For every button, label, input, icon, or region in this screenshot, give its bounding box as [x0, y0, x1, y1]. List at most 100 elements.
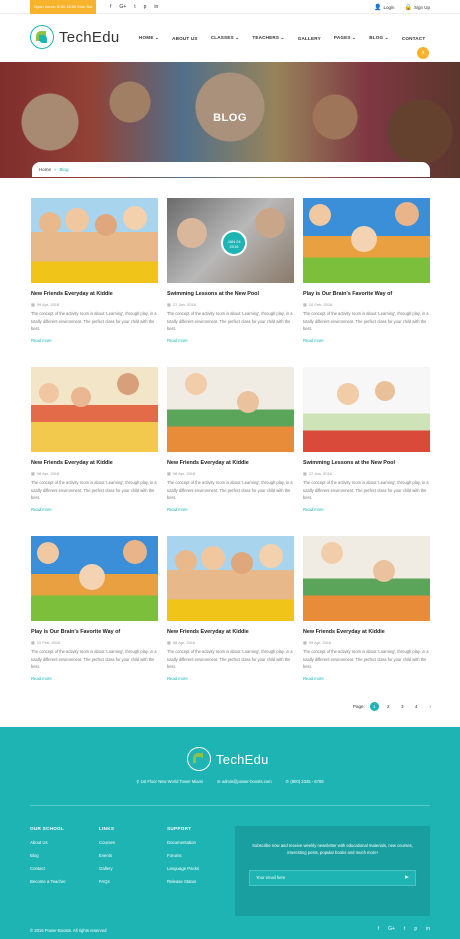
site-footer: TechEdu ⚲ 1st Floor New World Tower Miam…	[0, 727, 460, 939]
auth-links: 👤 Login 🔒 Sign Up	[374, 0, 430, 14]
footer-link[interactable]: Courses	[99, 840, 115, 845]
main-header: TechEdu HOME ⌄ ABOUT US CLASSES ⌄ TEACHE…	[0, 14, 460, 62]
footer-contact: ⚲ 1st Floor New World Tower Miami ✉ admi…	[0, 779, 460, 784]
calendar-icon: ▦	[31, 302, 35, 307]
read-more-link[interactable]: Read more	[31, 676, 158, 681]
post-title[interactable]: Play is Our Brain's Favorite Way of	[303, 291, 430, 297]
post-image[interactable]	[167, 536, 294, 621]
read-more-link[interactable]: Read more	[303, 507, 430, 512]
footer-link[interactable]: Blog	[30, 853, 66, 858]
login-link[interactable]: 👤 Login	[374, 4, 395, 11]
calendar-icon: ▦	[303, 302, 307, 307]
nav-home[interactable]: HOME ⌄	[139, 35, 159, 41]
page-4[interactable]: 4	[412, 702, 421, 711]
post-date-text: 27 Jan, 2016	[308, 471, 332, 476]
pagination: Page: 1 2 3 4 ›	[353, 702, 435, 711]
footer-link[interactable]: Become a Teacher	[30, 879, 66, 884]
linkedin-icon[interactable]: in	[426, 926, 430, 932]
phone: ✆ (800) 2345 - 6789	[286, 779, 324, 784]
post-title[interactable]: Swimming Lessons at the New Pool	[167, 291, 294, 297]
google-plus-icon[interactable]: G+	[388, 926, 395, 932]
read-more-link[interactable]: Read more	[303, 676, 430, 681]
search-button[interactable]: ⌕	[417, 47, 429, 59]
footer-link[interactable]: Forums	[167, 853, 199, 858]
twitter-icon[interactable]: t	[404, 926, 405, 932]
post-image[interactable]: JAN 24 2016	[167, 198, 294, 283]
footer-col-title: LINKS	[99, 826, 115, 831]
post-image[interactable]	[31, 367, 158, 452]
footer-link[interactable]: FAQs	[99, 879, 115, 884]
brand-name: TechEdu	[59, 28, 120, 46]
footer-divider	[30, 805, 430, 806]
footer-logo[interactable]: TechEdu	[187, 747, 269, 771]
post-title[interactable]: New Friends Everyday at Kiddie	[303, 629, 430, 635]
footer-link[interactable]: Release Status	[167, 879, 199, 884]
site-logo[interactable]: TechEdu	[30, 25, 119, 49]
footer-col-title: OUR SCHOOL	[30, 826, 65, 831]
nav-blog[interactable]: BLOG ⌄	[369, 35, 389, 41]
email[interactable]: ✉ admin@power-boosts.com	[217, 779, 272, 784]
post-title[interactable]: New Friends Everyday at Kiddie	[167, 460, 294, 466]
page-title: BLOG	[213, 112, 247, 124]
send-icon[interactable]: ➤	[404, 871, 409, 885]
pinterest-icon[interactable]: p	[144, 4, 147, 10]
post-date: ▦ 08 Apr, 2016	[167, 471, 294, 476]
facebook-icon[interactable]: f	[110, 4, 111, 10]
read-more-link[interactable]: Read more	[31, 338, 158, 343]
blog-card: New Friends Everyday at Kiddie ▦ 09 Apr, …	[303, 536, 430, 705]
blog-grid: New Friends Everyday at Kiddie ▦ 09 Apr, …	[31, 198, 430, 705]
pinterest-icon[interactable]: p	[414, 926, 417, 932]
read-more-link[interactable]: Read more	[167, 676, 294, 681]
twitter-icon[interactable]: t	[134, 4, 135, 10]
post-image[interactable]	[303, 198, 430, 283]
post-title[interactable]: Swimming Lessons at the New Pool	[303, 460, 430, 466]
read-more-link[interactable]: Read more	[167, 507, 294, 512]
nav-gallery[interactable]: GALLERY	[298, 36, 321, 41]
page-1[interactable]: 1	[369, 702, 379, 711]
nav-pages[interactable]: PAGES ⌄	[334, 35, 356, 41]
post-excerpt: The concept of the activity room is abou…	[167, 480, 293, 500]
copyright: © 2016 Power-Boosts. All rights reserved	[30, 928, 107, 933]
newsletter-email-input[interactable]: Your email here ➤	[249, 870, 416, 886]
post-excerpt: The concept of the activity room is abou…	[167, 649, 293, 669]
breadcrumb-home[interactable]: Home	[39, 167, 51, 172]
google-plus-icon[interactable]: G+	[119, 4, 126, 10]
post-image[interactable]	[303, 367, 430, 452]
nav-teachers[interactable]: TEACHERS ⌄	[252, 35, 284, 41]
footer-link[interactable]: About Us	[30, 840, 66, 845]
footer-link[interactable]: Gallery	[99, 866, 115, 871]
read-more-link[interactable]: Read more	[303, 338, 430, 343]
post-title[interactable]: New Friends Everyday at Kiddie	[31, 460, 158, 466]
next-page-button[interactable]: ›	[426, 702, 435, 711]
footer-school-column: OUR SCHOOL About Us Blog Contact Become …	[30, 826, 66, 892]
post-image[interactable]	[167, 367, 294, 452]
blog-card: New Friends Everyday at Kiddie ▦ 08 Apr, …	[167, 367, 294, 536]
post-title[interactable]: New Friends Everyday at Kiddie	[167, 629, 294, 635]
page-3[interactable]: 3	[398, 702, 407, 711]
footer-link[interactable]: Contact	[30, 866, 66, 871]
linkedin-icon[interactable]: in	[154, 4, 158, 10]
search-icon: ⌕	[421, 49, 425, 56]
facebook-icon[interactable]: f	[378, 926, 379, 932]
post-image[interactable]	[31, 198, 158, 283]
calendar-icon: ▦	[31, 471, 35, 476]
footer-link[interactable]: Events	[99, 853, 115, 858]
nav-about[interactable]: ABOUT US	[172, 36, 198, 41]
post-title[interactable]: Play is Our Brain's Favorite Way of	[31, 629, 158, 635]
logo-icon	[187, 747, 211, 771]
nav-contact[interactable]: CONTACT	[402, 36, 426, 41]
page-2[interactable]: 2	[384, 702, 393, 711]
nav-classes[interactable]: CLASSES ⌄	[211, 35, 240, 41]
read-more-link[interactable]: Read more	[167, 338, 294, 343]
top-bar: Open hours: 8:00-16:00 Mon-Sat f G+ t p …	[0, 0, 460, 14]
post-image[interactable]	[303, 536, 430, 621]
signup-link[interactable]: 🔒 Sign Up	[405, 4, 431, 11]
footer-link[interactable]: Documentation	[167, 840, 199, 845]
post-title[interactable]: New Friends Everyday at Kiddie	[31, 291, 158, 297]
post-date-text: 27 Jan, 2016	[172, 302, 196, 307]
post-date-text: 08 Apr, 2016	[172, 640, 196, 645]
post-image[interactable]	[31, 536, 158, 621]
read-more-link[interactable]: Read more	[31, 507, 158, 512]
post-date: ▦ 10 Feb, 2016	[31, 640, 158, 645]
footer-link[interactable]: Language Packs	[167, 866, 199, 871]
